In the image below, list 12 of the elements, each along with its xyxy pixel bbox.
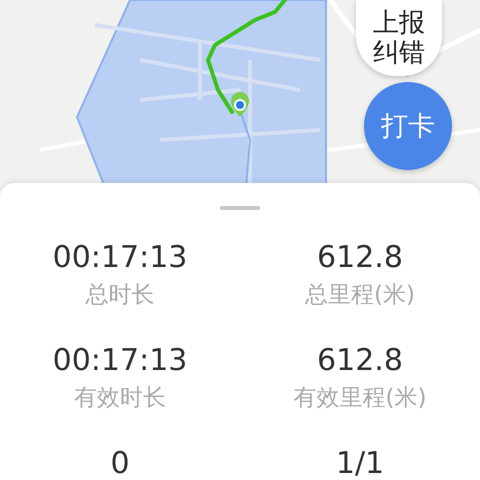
stat-label: 总里程(米) [305,281,415,310]
stat-value: 00:17:13 [52,240,188,276]
drag-handle[interactable] [220,206,260,210]
stat-value: 00:17:13 [52,343,188,379]
stat-value: 612.8 [317,240,403,276]
stat-label: 总时长 [86,281,154,310]
stat-label: 有效时长 [74,384,166,413]
stat-value: 0 [110,446,130,480]
stat-value: 1/1 [336,446,384,480]
stat-label: 有效里程(米) [294,384,426,413]
stat-value: 612.8 [317,343,403,379]
report-error-button[interactable]: 上报纠错 [356,0,442,76]
